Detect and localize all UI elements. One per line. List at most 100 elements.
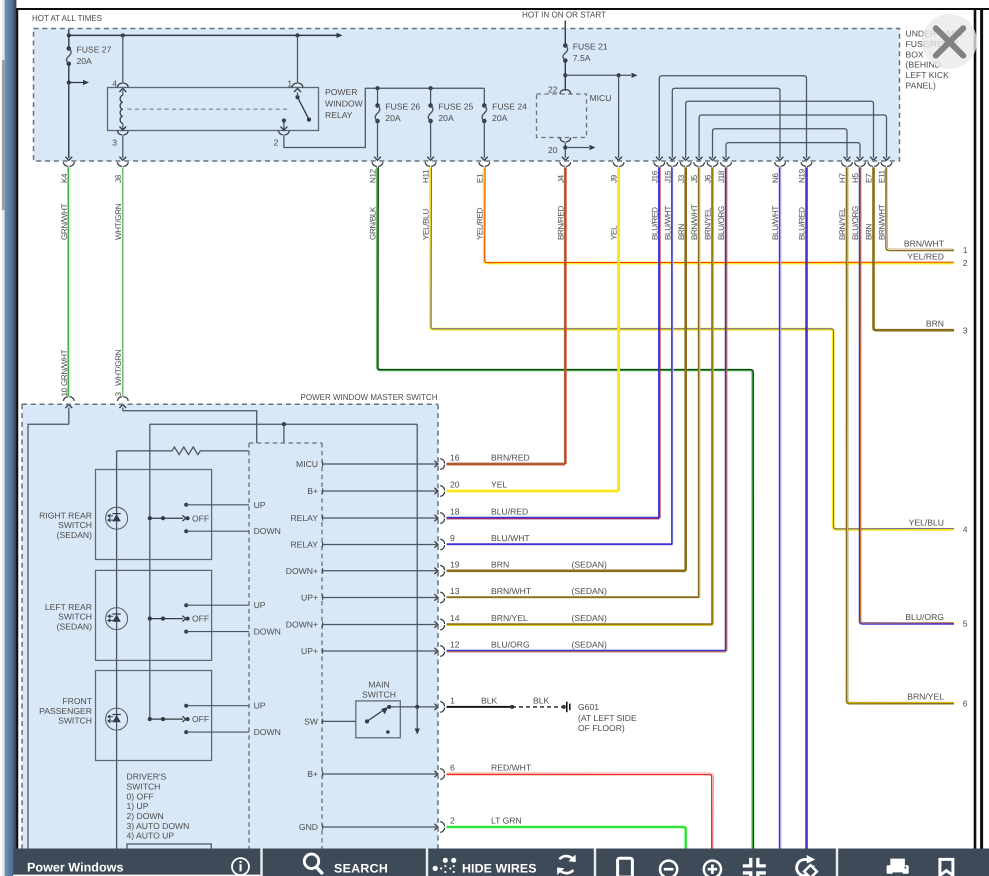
svg-text:9: 9 [450, 533, 455, 543]
svg-text:BLU/WHT: BLU/WHT [771, 206, 780, 240]
svg-text:J15: J15 [663, 170, 672, 183]
svg-text:UP: UP [254, 600, 266, 610]
svg-text:FUSE 24: FUSE 24 [492, 102, 527, 112]
svg-text:4) AUTO UP: 4) AUTO UP [127, 831, 175, 841]
svg-text:16: 16 [450, 453, 460, 463]
svg-text:20A: 20A [77, 56, 93, 66]
svg-text:20: 20 [450, 480, 460, 490]
svg-text:SWITCH: SWITCH [58, 520, 92, 530]
svg-text:BRN/WHT: BRN/WHT [904, 238, 945, 248]
svg-text:N6: N6 [771, 173, 780, 183]
svg-text:B+: B+ [307, 769, 318, 779]
svg-text:UP: UP [254, 500, 266, 510]
svg-text:RIGHT REAR: RIGHT REAR [39, 511, 92, 521]
svg-text:OFF: OFF [192, 714, 209, 724]
svg-text:BLU/ORG: BLU/ORG [491, 640, 530, 650]
svg-text:14: 14 [450, 613, 460, 623]
svg-text:FUSE 27: FUSE 27 [77, 45, 112, 55]
svg-text:SEARCH: SEARCH [334, 861, 388, 875]
svg-text:1: 1 [450, 696, 455, 706]
svg-text:POWER: POWER [325, 87, 357, 97]
svg-text:J8: J8 [114, 174, 123, 183]
svg-text:BOX: BOX [906, 49, 924, 59]
svg-text:BRN: BRN [926, 319, 944, 329]
svg-text:LT GRN: LT GRN [491, 816, 522, 826]
svg-text:WINDOW: WINDOW [325, 99, 364, 109]
svg-text:BRN/WHT: BRN/WHT [491, 586, 532, 596]
svg-text:2) DOWN: 2) DOWN [127, 811, 164, 821]
svg-text:FRONT: FRONT [62, 696, 92, 706]
svg-text:20: 20 [548, 145, 558, 155]
svg-text:YEL/BLU: YEL/BLU [909, 518, 944, 528]
svg-text:FUSE 25: FUSE 25 [438, 102, 473, 112]
svg-text:BLU/WHT: BLU/WHT [663, 206, 672, 240]
svg-text:BRN/YEL: BRN/YEL [491, 613, 528, 623]
svg-text:19: 19 [450, 559, 460, 569]
svg-text:(SEDAN): (SEDAN) [572, 559, 607, 569]
svg-text:RED/WHT: RED/WHT [491, 763, 532, 773]
svg-text:(SEDAN): (SEDAN) [57, 530, 92, 540]
svg-text:18: 18 [450, 507, 460, 517]
svg-text:SW: SW [304, 716, 319, 726]
svg-text:12: 12 [450, 640, 460, 650]
svg-text:(AT LEFT SIDE: (AT LEFT SIDE [578, 713, 637, 723]
svg-text:LEFT KICK: LEFT KICK [906, 70, 950, 80]
svg-text:YEL/RED: YEL/RED [907, 251, 944, 261]
svg-text:DOWN: DOWN [254, 627, 281, 637]
svg-text:DOWN+: DOWN+ [286, 620, 318, 630]
svg-text:(SEDAN): (SEDAN) [57, 622, 92, 632]
svg-text:BLK: BLK [533, 696, 550, 706]
svg-text:22: 22 [548, 84, 558, 94]
svg-text:WHT/GRN: WHT/GRN [114, 349, 123, 386]
svg-text:3: 3 [112, 137, 117, 147]
svg-text:0) OFF: 0) OFF [127, 791, 154, 801]
svg-text:5: 5 [963, 619, 968, 629]
svg-text:BLU/RED: BLU/RED [491, 507, 528, 517]
svg-text:10: 10 [60, 387, 69, 396]
svg-text:RELAY: RELAY [290, 540, 318, 550]
svg-text:OFF: OFF [192, 513, 209, 523]
svg-text:DOWN+: DOWN+ [286, 566, 318, 576]
svg-text:HIDE WIRES: HIDE WIRES [462, 862, 537, 876]
svg-text:BLU/WHT: BLU/WHT [491, 533, 530, 543]
svg-text:BRN: BRN [491, 559, 509, 569]
svg-text:(SEDAN): (SEDAN) [572, 586, 607, 596]
svg-text:DOWN: DOWN [254, 526, 281, 536]
svg-text:BLU/ORG: BLU/ORG [905, 612, 944, 622]
svg-text:2: 2 [274, 137, 279, 147]
svg-text:BRN/RED: BRN/RED [491, 453, 530, 463]
svg-text:4: 4 [963, 525, 968, 535]
svg-text:BLK: BLK [481, 696, 498, 706]
svg-text:LEFT REAR: LEFT REAR [45, 602, 92, 612]
svg-text:PASSENGER: PASSENGER [39, 706, 92, 716]
svg-text:7.5A: 7.5A [573, 53, 591, 63]
svg-text:FUSE 26: FUSE 26 [385, 102, 420, 112]
svg-text:B+: B+ [307, 486, 318, 496]
svg-text:OF FLOOR): OF FLOOR) [578, 723, 625, 733]
svg-text:DOWN: DOWN [254, 727, 281, 737]
svg-text:WHT/GRN: WHT/GRN [114, 203, 123, 240]
svg-text:DRIVER'S: DRIVER'S [127, 772, 167, 782]
svg-text:1: 1 [287, 78, 292, 88]
svg-text:UP: UP [254, 701, 266, 711]
svg-text:20A: 20A [385, 113, 401, 123]
svg-text:SWITCH: SWITCH [58, 716, 92, 726]
svg-text:YEL: YEL [491, 480, 507, 490]
svg-text:2: 2 [450, 816, 455, 826]
svg-text:FUSE 21: FUSE 21 [573, 42, 608, 52]
svg-text:2: 2 [963, 258, 968, 268]
svg-text:GND: GND [299, 822, 318, 832]
svg-text:SWITCH: SWITCH [127, 782, 161, 792]
svg-text:(SEDAN): (SEDAN) [572, 613, 607, 623]
svg-text:SWITCH: SWITCH [58, 612, 92, 622]
svg-text:(SEDAN): (SEDAN) [572, 640, 607, 650]
svg-text:G601: G601 [578, 702, 599, 712]
svg-text:BRN/YEL: BRN/YEL [907, 692, 944, 702]
svg-text:MICU: MICU [590, 93, 612, 103]
svg-text:RELAY: RELAY [290, 513, 318, 523]
svg-text:OFF: OFF [192, 614, 209, 624]
svg-text:RELAY: RELAY [325, 110, 353, 120]
svg-text:POWER WINDOW MASTER SWITCH: POWER WINDOW MASTER SWITCH [301, 392, 438, 402]
svg-text:UP+: UP+ [301, 593, 318, 603]
svg-text:MAIN: MAIN [368, 679, 389, 689]
